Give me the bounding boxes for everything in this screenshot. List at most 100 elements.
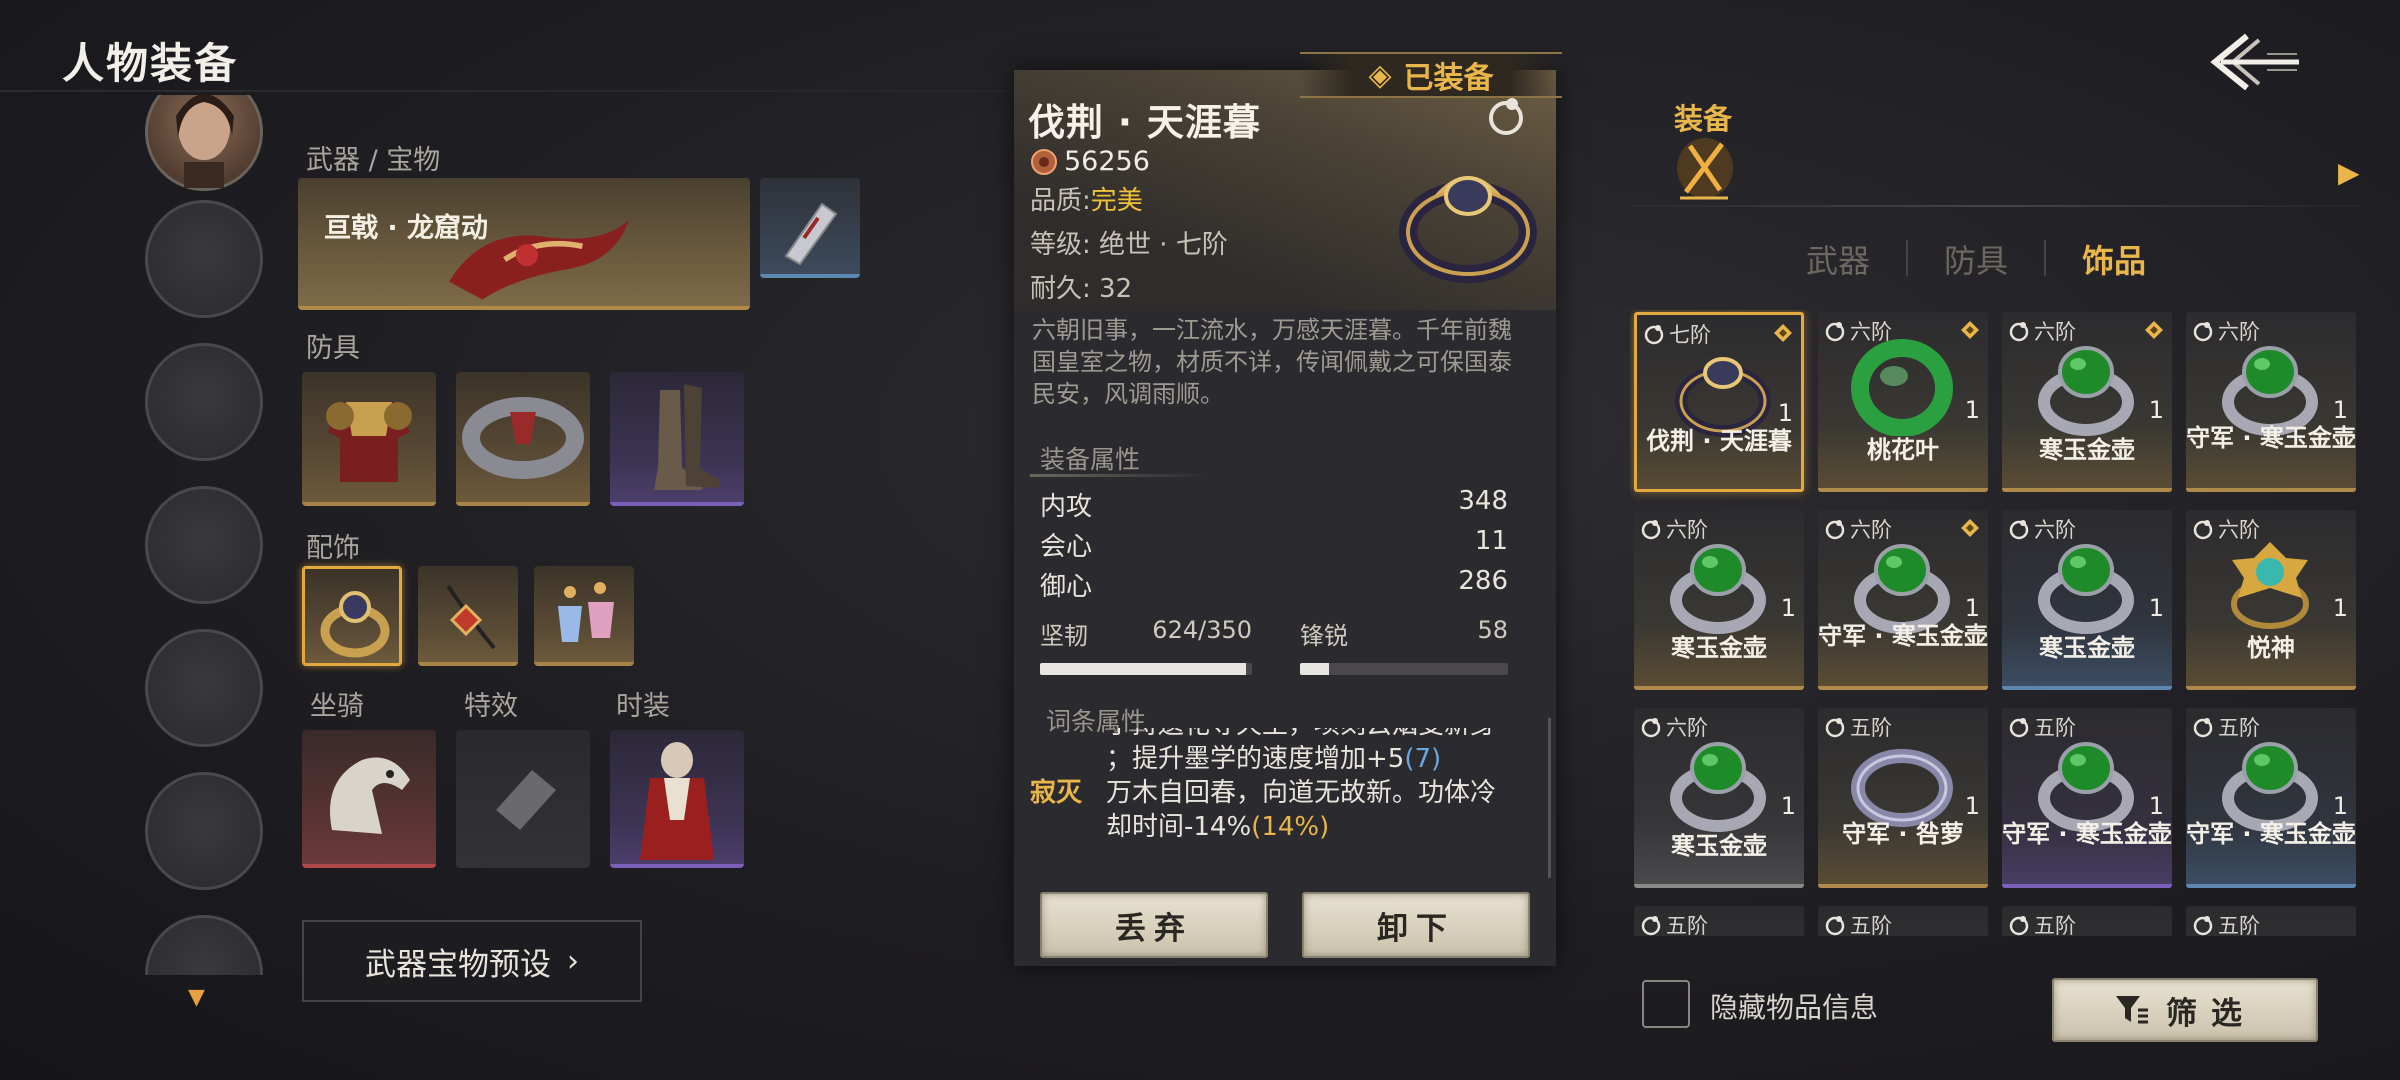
ring-type-icon [1825,916,1845,936]
bar-value: 624/350 [1152,616,1252,644]
chevron-right-icon[interactable]: ▶ [2338,156,2360,189]
character-slot[interactable] [145,343,263,461]
inventory-item[interactable]: 六阶 1 寒玉金壶 [2002,312,2172,492]
stat-row: 内攻 348 [1040,486,1508,523]
item-count: 1 [1964,594,1980,622]
character-portrait-icon [176,95,234,188]
affix-line: 却时间-14% [1106,812,1252,842]
inventory-item[interactable]: 五阶 [2002,906,2172,936]
item-count: 1 [1964,396,1980,424]
character-list[interactable] [140,95,270,975]
accessory-slot-ring[interactable] [302,566,402,666]
inventory-item[interactable]: 七阶 1 伐荆 · 天涯暮 [1634,312,1804,492]
crossed-weapons-icon [1677,138,1733,200]
attr-heading-line [1030,474,1210,477]
ring-type-icon [2193,916,2213,936]
gold-ring-icon [1675,357,1771,437]
equip-tab-label[interactable]: 装备 [1674,96,1732,138]
treasure-slot[interactable] [760,178,860,278]
jade-ring-icon [1670,742,1766,832]
scroll-down-icon[interactable]: ▼ [188,985,205,1010]
affix-line: 手持遗花寺天土，项刻云烟变新身 [1106,728,1550,742]
stat-name: 御心 [1040,572,1093,602]
fashion-section-label: 时装 [616,691,670,722]
horse-icon [330,757,410,834]
tab-weapon[interactable]: 武器 [1806,236,1870,282]
character-slot[interactable] [145,486,263,604]
tab-armor[interactable]: 防具 [1944,236,2008,282]
character-slot[interactable] [145,200,263,318]
quality-value: 完美 [1090,186,1143,216]
inventory-item[interactable]: 六阶 1 悦神 [2186,510,2356,690]
accessory-slot-earring[interactable] [534,566,634,666]
inventory-item[interactable]: 六阶 1 寒玉金壶 [2002,510,2172,690]
item-value: 56256 [1030,146,1150,177]
item-count: 1 [1780,792,1796,820]
affix-line: 万木自回春，向道无故新。功体冷 [1106,778,1497,808]
inventory-item[interactable]: 六阶 1 寒玉金壶 [1634,510,1804,690]
item-tier-label: 五阶 [2218,914,2260,936]
inventory-item[interactable]: 五阶 1 守军 · 咎萝 [1818,708,1988,888]
character-avatar[interactable] [145,95,263,191]
item-durability: 耐久: 32 [1030,274,1133,304]
pendant-icon [446,584,496,650]
item-tier: 五阶 [2008,910,2076,936]
accessory-slot-necklace[interactable] [418,566,518,666]
inventory-item[interactable]: 六阶 1 守军 · 寒玉金壶 [1818,510,1988,690]
affix-entry: 手持遗花寺天土，项刻云烟变新身 ；提升墨学的速度增加+5(7) [1030,728,1550,776]
armor-slot-waist[interactable] [456,372,590,506]
inventory-item[interactable]: 五阶 [2186,906,2356,936]
weapon-preset-button[interactable]: 武器宝物预设 › [302,920,642,1002]
bar-value: 58 [1477,616,1508,644]
ring-type-icon [2009,916,2029,936]
ring-type-icon [2009,718,2029,738]
back-button[interactable] [2205,22,2305,102]
character-slot[interactable] [145,772,263,890]
inventory-item[interactable]: 六阶 1 守军 · 寒玉金壶 [2186,312,2356,492]
hide-info-checkbox[interactable] [1642,980,1690,1028]
stat-value: 286 [1458,566,1508,596]
silver-ring-icon [1851,749,1953,827]
preset-button-label: 武器宝物预设 [365,946,551,983]
item-name: 守军 · 寒玉金壶 [2002,820,2172,848]
jade-bangle-icon [1851,339,1953,436]
affix-number: (7) [1404,744,1442,774]
affix-scrollbar[interactable] [1548,718,1551,878]
equip-tab[interactable] [1672,134,1738,208]
ring-type-icon [2193,520,2213,540]
item-count: 1 [2332,792,2348,820]
item-count: 1 [1777,399,1793,427]
inventory-item[interactable]: 五阶 [1634,906,1804,936]
inventory-item[interactable]: 五阶 [1818,906,1988,936]
affix-name: 寂灭 [1030,778,1083,808]
weapon-section-label: 武器 / 宝物 [306,145,441,176]
item-name: 守军 · 寒玉金壶 [1818,622,1988,650]
effect-slot[interactable] [456,730,590,868]
inventory-item[interactable]: 六阶 1 寒玉金壶 [1634,708,1804,888]
armor-slot-boots[interactable] [610,372,744,506]
inventory-item[interactable]: 五阶 1 守军 · 寒玉金壶 [2002,708,2172,888]
unequip-button[interactable]: 卸下 [1302,892,1530,958]
ring-icon [320,591,390,658]
affix-number: (14%) [1251,812,1330,842]
armor-slot-body[interactable] [302,372,436,506]
affix-list[interactable]: 手持遗花寺天土，项刻云烟变新身 ；提升墨学的速度增加+5(7) 寂灭 万木自回春… [1030,728,1550,860]
weapon-slot[interactable]: 亘戟 · 龙窟动 [298,178,750,310]
diamond-icon [1960,518,1980,542]
filter-button[interactable]: 筛选 [2052,978,2318,1042]
fashion-slot[interactable] [610,730,744,868]
inventory-item[interactable]: 五阶 1 守军 · 寒玉金壶 [2186,708,2356,888]
tab-accessory[interactable]: 饰品 [2082,236,2146,282]
equipped-tag: ◈ 已装备 [1300,52,1562,98]
discard-button[interactable]: 丢弃 [1040,892,1268,958]
ring-type-icon [1825,322,1845,342]
inventory-grid[interactable]: 七阶 1 伐荆 · 天涯暮 六阶 1 桃花叶 六阶 1 寒玉金壶 六阶 1 守军 · 寒玉金壶 六阶 1 寒… [1630,310,2360,936]
mount-slot[interactable] [302,730,436,868]
item-count: 1 [1964,792,1980,820]
character-slot[interactable] [145,915,263,975]
bar-fill [1040,663,1246,675]
earring-icon [558,582,614,642]
inventory-item[interactable]: 六阶 1 桃花叶 [1818,312,1988,492]
diamond-icon: ◈ [1368,57,1392,93]
character-slot[interactable] [145,629,263,747]
